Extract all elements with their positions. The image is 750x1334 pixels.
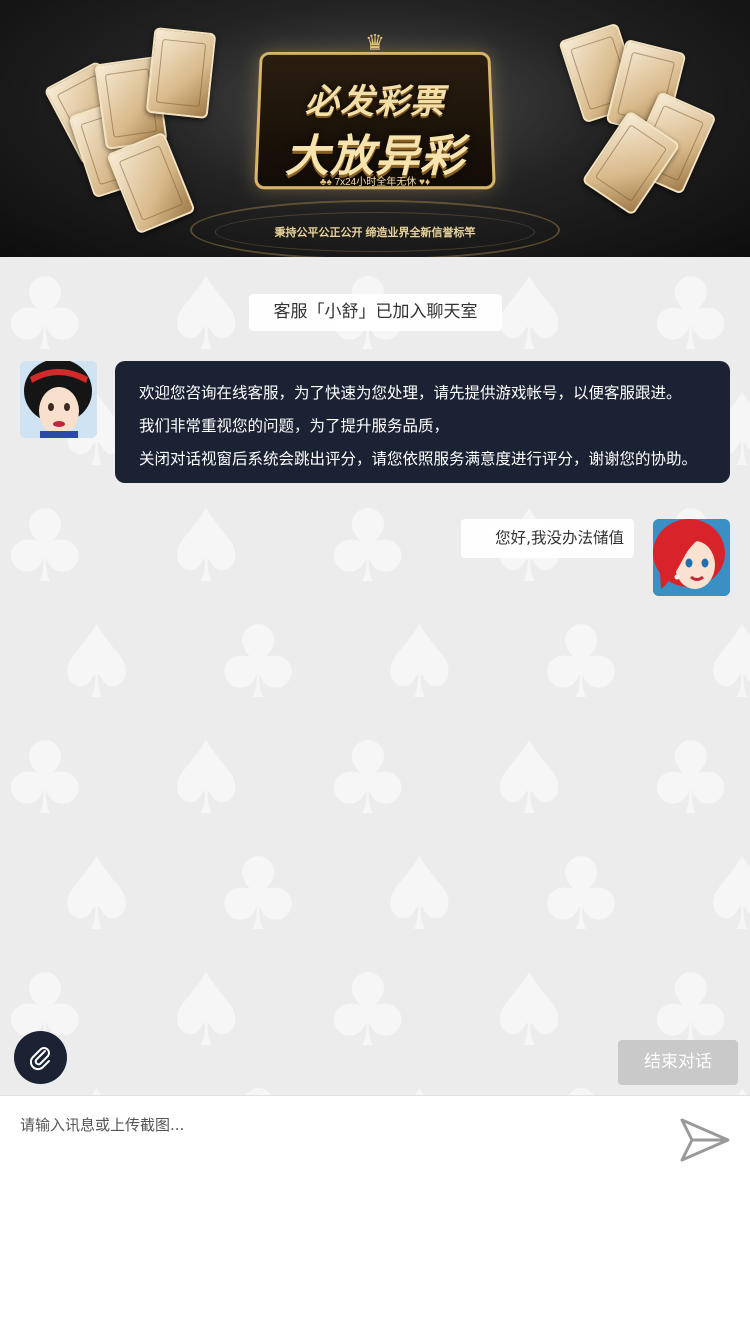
send-button[interactable] bbox=[678, 1116, 732, 1164]
composer bbox=[0, 1095, 750, 1334]
header-banner: ♛ 必发彩票 大放异彩 ♣♠ 7x24小时全年无休 ♥♦ 秉持公平公正公开 缔造… bbox=[0, 0, 750, 257]
system-notice: 客服「小舒」已加入聊天室 bbox=[249, 294, 502, 331]
brand-title-line1: 必发彩票 bbox=[305, 82, 445, 122]
crown-icon: ♛ bbox=[365, 31, 385, 56]
agent-message-line: 关闭对话视窗后系统会跳出评分，请您依照服务满意度进行评分，谢谢您的协助。 bbox=[139, 450, 698, 468]
chat-area[interactable]: ♣ ♠ ♣ ♠ ♣ ♠ ♣ ♠ ♣ ♠ ♣ ♠ ♣ ♠ ♣ ♠ ♣ ♠ ♣ ♠ … bbox=[0, 257, 750, 1095]
paperclip-icon bbox=[29, 1046, 50, 1070]
end-chat-button[interactable]: 结束对话 bbox=[618, 1040, 738, 1085]
attach-button[interactable] bbox=[14, 1031, 67, 1084]
user-avatar bbox=[653, 519, 730, 596]
playing-card-icon bbox=[145, 26, 217, 120]
agent-message-line: 欢迎您咨询在线客服，为了快速为您处理，请先提供游戏帐号，以便客服跟进。 bbox=[139, 384, 682, 402]
message-input[interactable] bbox=[20, 1114, 650, 1174]
agent-message-line: 我们非常重视您的问题，为了提升服务品质， bbox=[139, 417, 450, 435]
user-message-bubble: 您好,我没办法储值 bbox=[461, 519, 634, 558]
club-icon: ♣♠ bbox=[319, 177, 332, 188]
banner-tagline: 秉持公平公正公开 缔造业界全新信誉标竿 bbox=[274, 227, 476, 239]
send-arrow-icon bbox=[680, 1118, 730, 1162]
heart-icon: ♥♦ bbox=[419, 177, 431, 188]
agent-avatar bbox=[20, 361, 97, 438]
service-hours: ♣♠ 7x24小时全年无休 ♥♦ bbox=[305, 174, 445, 192]
agent-message-bubble: 欢迎您咨询在线客服，为了快速为您处理，请先提供游戏帐号，以便客服跟进。 我们非常… bbox=[115, 361, 730, 483]
service-hours-text: 7x24小时全年无休 bbox=[334, 177, 417, 188]
brand-emblem: ♛ 必发彩票 大放异彩 ♣♠ 7x24小时全年无休 ♥♦ bbox=[235, 32, 515, 208]
